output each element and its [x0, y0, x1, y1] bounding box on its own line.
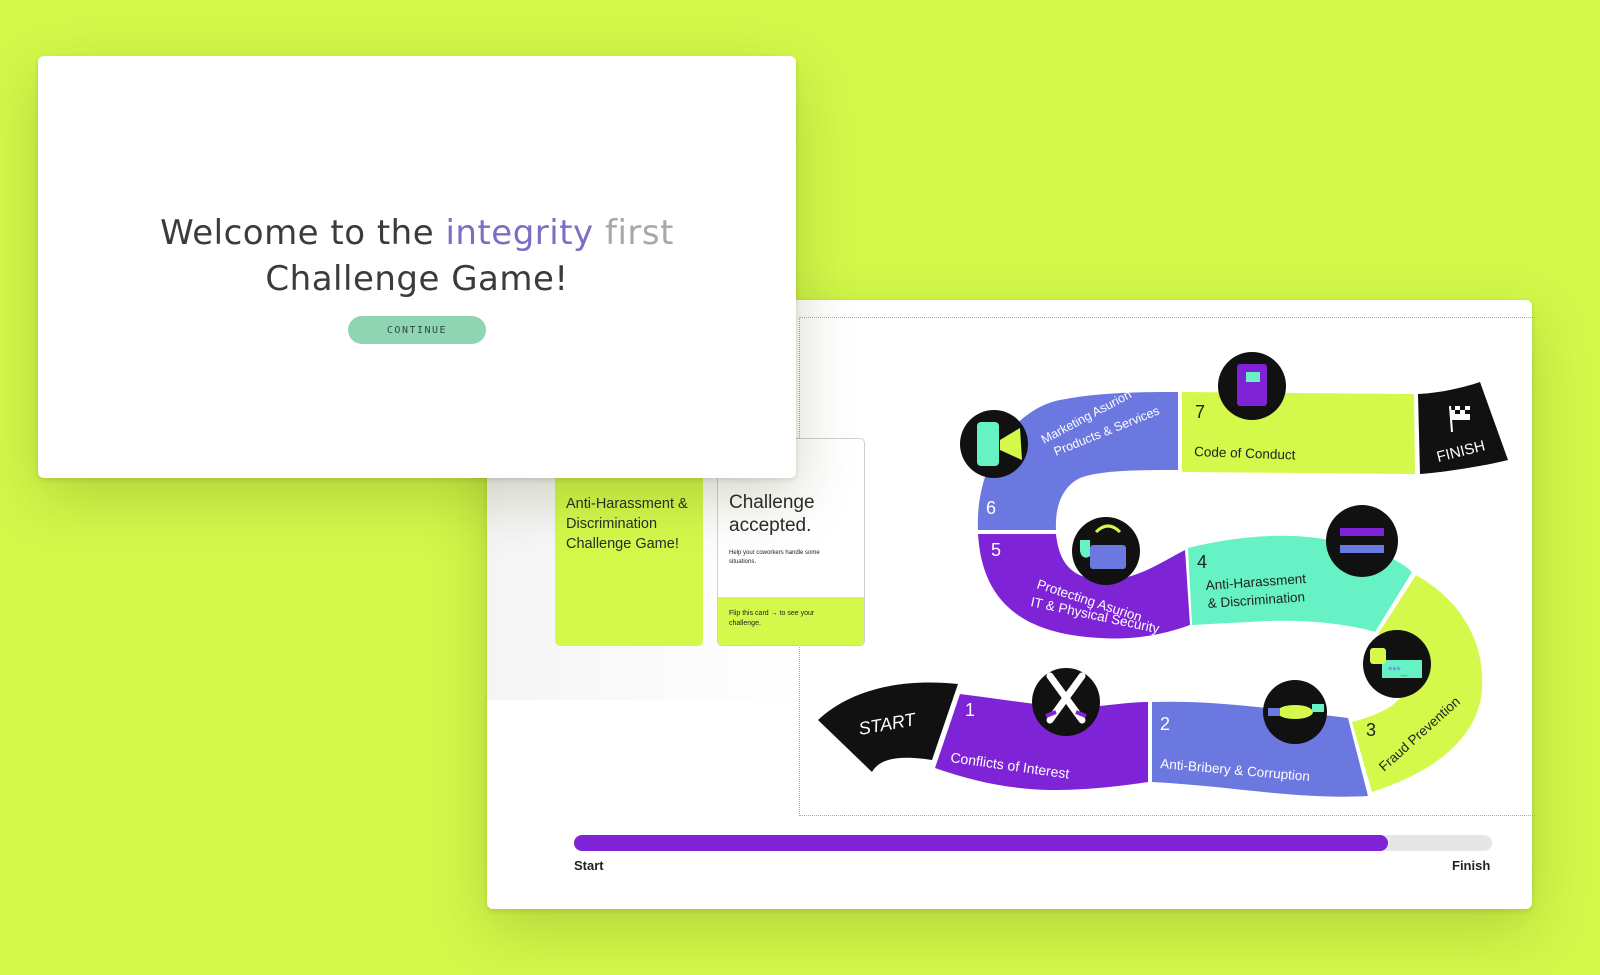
crossed-swords-icon	[1032, 668, 1100, 736]
finish-space[interactable]	[1418, 382, 1508, 474]
board-space-7[interactable]	[1182, 392, 1415, 474]
space-7-number: 7	[1195, 402, 1205, 422]
progress-finish-label: Finish	[1452, 858, 1491, 873]
space-2-number: 2	[1160, 714, 1170, 734]
continue-button[interactable]: CONTINUE	[348, 316, 486, 344]
progress-bar	[574, 835, 1492, 851]
password-lock-icon: ***_	[1363, 630, 1431, 698]
progress-start-label: Start	[574, 858, 604, 873]
handshake-money-icon	[1263, 680, 1327, 744]
welcome-dialog: Welcome to the integrity first Challenge…	[38, 56, 796, 478]
welcome-title-part1: Welcome to the	[160, 213, 446, 253]
board-space-2[interactable]	[1152, 701, 1368, 797]
svg-text:***_: ***_	[1388, 665, 1408, 677]
space-3-number: 3	[1366, 720, 1376, 740]
equals-icon	[1326, 505, 1398, 577]
space-1-number: 1	[965, 700, 975, 720]
notebook-check-icon	[1218, 352, 1286, 420]
space-6-number: 6	[986, 498, 996, 518]
space-4-number: 4	[1197, 552, 1207, 572]
welcome-title-line2: Challenge Game!	[265, 259, 569, 299]
welcome-title-first: first	[593, 213, 674, 253]
space-5-number: 5	[991, 540, 1001, 560]
progress-fill	[574, 835, 1389, 851]
security-card-icon	[1072, 517, 1140, 585]
phone-megaphone-icon	[960, 410, 1028, 478]
welcome-title: Welcome to the integrity first Challenge…	[160, 210, 674, 302]
welcome-title-integrity: integrity	[445, 213, 594, 253]
